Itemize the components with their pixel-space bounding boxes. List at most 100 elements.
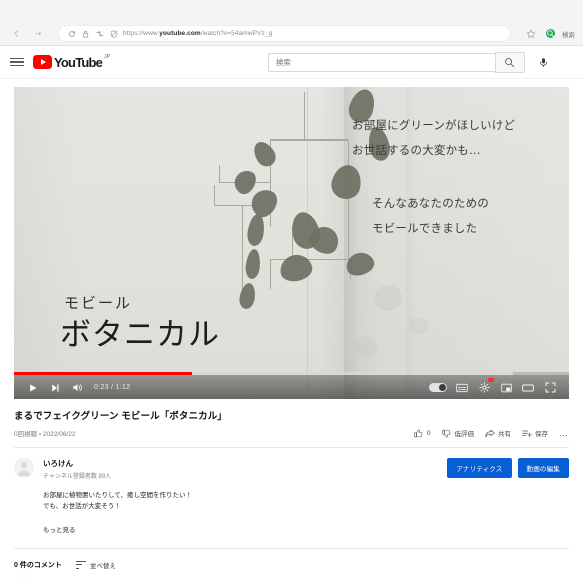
overlay-line-1: お部屋にグリーンがほしいけど [352,118,516,132]
views-and-date: 0回視聴 ・ 2022/06/22 [14,431,76,438]
video-actions: 0 低評価 共有 保存 … [414,428,569,438]
theater-mode-icon[interactable] [517,379,539,397]
video-player[interactable]: お部屋にグリーンがほしいけど お世話するの大変かも… そんなあなたのための モビ… [14,87,569,399]
channel-avatar-icon[interactable] [14,458,34,478]
channel-section: いろけん チャンネル登録者数 89人 お部屋に植物置いたりして、癒し空間を作りた… [0,448,583,534]
autoplay-toggle[interactable] [429,379,451,397]
search-engine-label[interactable]: 検索 [562,29,575,39]
wall-reflection [409,317,429,335]
microphone-icon[interactable] [533,52,554,73]
comments-section: 0 件のコメント 並べ替え [0,549,583,583]
description-line-2: でも、お世話が大変そう！ [43,503,121,511]
video-brand-title: ボタニカル [60,317,220,353]
channel-name[interactable]: いろけん [43,458,447,469]
mobile-wire [214,185,215,205]
back-arrow-icon[interactable] [8,26,24,42]
progress-buffer [191,372,514,375]
youtube-logo-country: JP [104,54,110,60]
dislike-label: 低評価 [454,431,475,438]
mobile-wire [270,259,350,260]
tracking-protection-icon[interactable] [95,29,104,38]
miniplayer-icon[interactable] [495,379,517,397]
settings-new-badge [488,377,494,382]
sort-label: 並べ替え [89,562,116,570]
controls-row: 0:23 / 1:12 [14,376,569,399]
subtitles-icon[interactable] [451,379,473,397]
url-text: https://www.youtube.com/watch?v=54amwPVz… [123,30,272,37]
toolbar-right-actions: 検索 [523,26,575,42]
mobile-wire [348,197,349,259]
channel-info: いろけん チャンネル登録者数 89人 お部屋に植物置いたりして、癒し空間を作りた… [43,458,447,534]
comment-count: 0 件のコメント [14,561,62,569]
browser-chrome: https://www.youtube.com/watch?v=54amwPVz… [0,0,583,46]
hamburger-menu-icon[interactable] [10,55,24,69]
page-title: まるでフェイクグリーン モビール「ボタニカル」 [14,411,227,422]
video-description: お部屋に植物置いたりして、癒し空間を作りたい！ でも、お世話が大変そう！ [43,490,447,513]
mobile-wire [242,205,243,240]
search-input[interactable] [275,57,488,67]
thumbs-up-icon [414,428,424,438]
comments-header: 0 件のコメント 並べ替え [14,560,569,570]
analytics-button[interactable]: アナリティクス [447,458,512,478]
sort-lines-icon [75,560,86,569]
browser-tabstrip[interactable] [0,0,583,22]
video-overlay-text-top: お部屋にグリーンがほしいけど お世話するの大変かも… [352,113,515,162]
mobile-wire [270,140,348,141]
search-engine-icon[interactable] [546,29,555,38]
youtube-logo-text: YouTube [54,54,103,70]
share-icon [485,428,495,438]
url-prefix: https://www. [123,30,160,37]
lock-icon [81,29,90,38]
search-input-wrapper[interactable] [267,52,495,72]
show-more-button[interactable]: もっと見る [43,524,447,534]
sort-button[interactable]: 並べ替え [75,560,116,570]
like-count: 0 [426,429,431,437]
more-horizontal-icon: … [559,428,569,438]
channel-action-buttons: アナリティクス 動画の編集 [447,458,569,534]
search-submit-button[interactable] [494,51,525,73]
time-display: 0:23 / 1:12 [94,384,131,391]
forward-arrow-icon[interactable] [30,26,46,42]
progress-bar[interactable] [14,372,569,375]
url-domain: youtube.com [159,30,201,37]
mobile-wire [304,92,305,140]
overlay-line-3: そんなあなたのための [372,196,489,210]
progress-played [14,372,192,375]
like-button[interactable]: 0 [414,428,431,438]
browser-toolbar: https://www.youtube.com/watch?v=54amwPVz… [0,22,583,45]
refresh-icon[interactable] [67,29,76,38]
mobile-wire [270,259,271,289]
volume-icon[interactable] [66,379,88,397]
gear-icon[interactable] [473,377,495,397]
share-label: 共有 [498,431,511,438]
masthead-search [267,51,554,73]
save-button[interactable]: 保存 [522,428,548,438]
overlay-line-2: お世話するの大変かも… [352,142,481,157]
player-column: お部屋にグリーンがほしいけど お世話するの大変かも… そんなあなたのための モビ… [0,79,583,399]
address-bar[interactable]: https://www.youtube.com/watch?v=54amwPVz… [58,25,511,42]
more-actions-button[interactable]: … [559,428,569,438]
next-track-icon[interactable] [44,379,66,397]
fullscreen-icon[interactable] [539,379,561,397]
description-line-1: お部屋に植物置いたりして、癒し空間を作りたい！ [43,492,192,499]
meta-row: 0回視聴 ・ 2022/06/22 0 低評価 共有 保存 … [14,428,569,438]
save-label: 保存 [535,431,548,438]
youtube-logo[interactable]: YouTube JP [33,54,110,70]
play-icon[interactable] [22,379,44,397]
edit-video-button[interactable]: 動画の編集 [517,458,569,478]
shield-icon[interactable] [109,29,118,38]
share-button[interactable]: 共有 [485,428,511,438]
thumbs-down-icon [442,428,452,438]
subscriber-count: チャンネル登録者数 89人 [43,474,112,480]
dislike-button[interactable]: 低評価 [442,428,475,438]
youtube-play-icon [33,55,52,69]
mobile-wire [219,165,220,182]
save-playlist-icon [522,428,532,438]
video-overlay-text-bottom: そんなあなたのための モビールできました [372,191,489,240]
player-controls: 0:23 / 1:12 [14,372,569,399]
youtube-masthead: YouTube JP [0,46,583,79]
url-path: /watch?v=54amwPVz_g [200,30,273,37]
video-meta-section: まるでフェイクグリーン モビール「ボタニカル」 0回視聴 ・ 2022/06/2… [0,399,583,438]
overlay-line-4: モビールできました [372,220,478,235]
star-bookmark-icon[interactable] [523,26,539,42]
